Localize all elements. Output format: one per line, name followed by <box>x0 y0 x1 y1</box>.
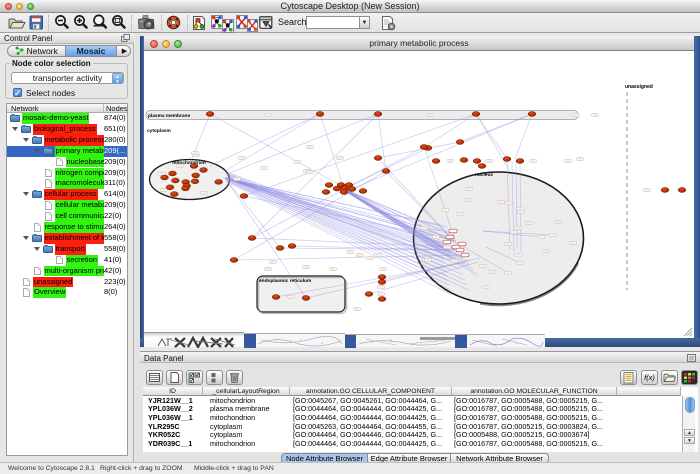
svg-text:endoplasmic reticulum: endoplasmic reticulum <box>259 278 311 284</box>
svg-text:cytoplasm: cytoplasm <box>147 128 171 134</box>
svg-text:plasma membrane: plasma membrane <box>148 113 190 119</box>
svg-text:unassigned: unassigned <box>625 84 653 90</box>
svg-text:nucleus: nucleus <box>475 172 493 178</box>
